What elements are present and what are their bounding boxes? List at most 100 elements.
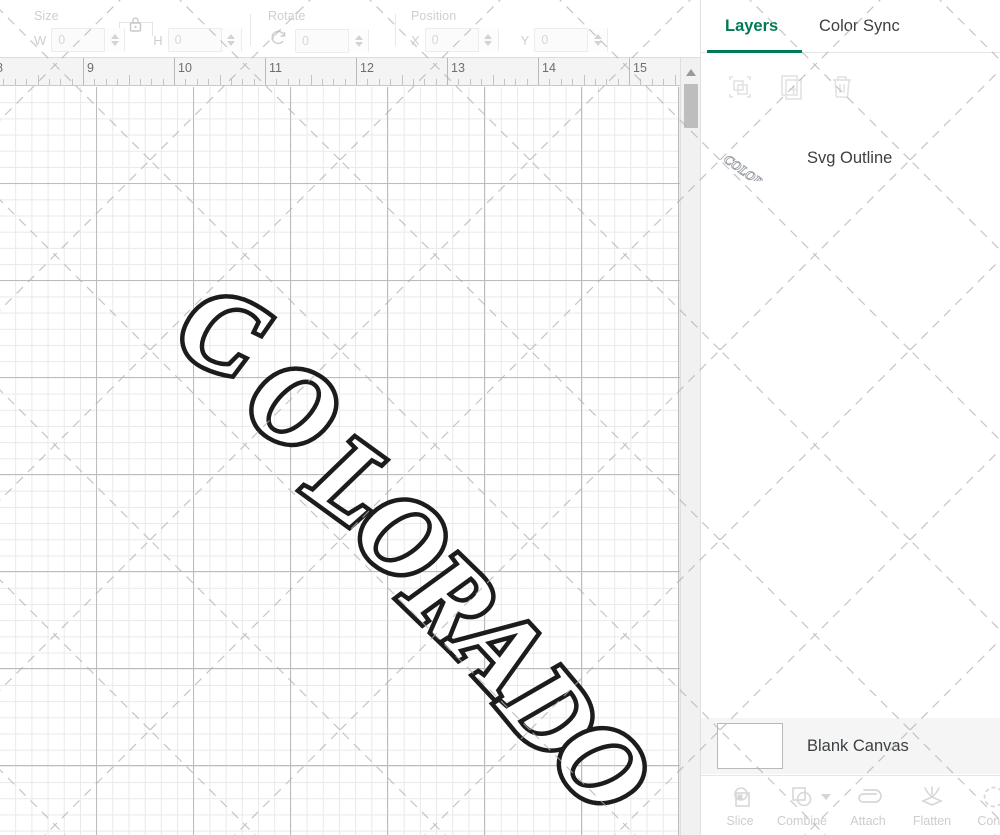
design-canvas[interactable]: C O L O R A D O [0,87,680,835]
slice-button[interactable]: Slice [709,782,771,828]
ruler-minor-tick [185,79,187,85]
ruler-minor-tick [196,79,198,85]
ruler-tick-label: 12 [360,61,374,75]
ruler-minor-tick [94,79,96,85]
pos-x-input[interactable] [425,29,478,51]
layer-item-svg-outline[interactable]: COLORADO Svg Outline [701,131,1000,185]
duplicate-icon[interactable] [774,70,808,104]
ruler-minor-tick [378,79,380,85]
ruler-tick-label: 14 [542,61,556,75]
width-input[interactable] [52,29,105,51]
horizontal-ruler[interactable]: 8 9 10 11 12 13 14 15 [0,58,700,86]
tab-color-sync[interactable]: Color Sync [819,17,900,36]
app-root: Size W H [0,0,1000,835]
panel-tabs: Layers Color Sync [701,0,1000,54]
blank-canvas-thumb [717,723,783,769]
rotate-input[interactable] [296,29,348,52]
ruler-minor-tick [299,79,301,85]
contour-label: Conto [977,814,1000,828]
height-stepper[interactable] [220,28,241,52]
ruler-minor-tick [606,79,608,85]
pos-y-input[interactable] [535,29,588,51]
rotate-icon[interactable] [268,28,288,53]
attach-icon [837,782,899,812]
contour-icon [963,782,1000,812]
size-label: Size [34,9,59,23]
ruler-minor-tick [310,75,312,85]
pos-y-field[interactable] [534,28,609,52]
ruler-minor-tick [435,79,437,85]
height-input[interactable] [168,29,221,51]
height-label: H [153,32,163,48]
ruler-minor-tick [663,79,665,85]
ruler-major-line [447,58,448,85]
properties-toolbar: Size W H [0,0,700,58]
position-label: Position [411,9,457,23]
flatten-button[interactable]: Flatten [901,782,963,828]
ruler-major-line [538,58,539,85]
ruler-minor-tick [48,79,50,85]
pos-x-field[interactable] [424,28,499,52]
ruler-minor-tick [674,75,676,85]
pos-x-stepper[interactable] [477,28,498,52]
canvas-vertical-scrollbar[interactable] [680,58,700,835]
active-tab-underline [707,50,802,53]
ruler-minor-tick [560,79,562,85]
combine-label: Combine [776,814,828,828]
ruler-minor-tick [287,79,289,85]
layer-action-bar [701,60,1000,116]
attach-button[interactable]: Attach [837,782,899,828]
toolbar-separator-1 [250,14,251,46]
contour-button[interactable]: Conto [963,782,1000,828]
ruler-minor-tick [37,75,39,85]
ruler-minor-tick [617,79,619,85]
delete-icon[interactable] [825,70,859,104]
ruler-minor-tick [424,79,426,85]
svg-outline-thumb: COLORADO [717,135,783,181]
combine-caret-down-icon[interactable] [821,794,831,800]
ruler-minor-tick [390,79,392,85]
ruler-major-line [629,58,630,85]
scrollbar-thumb[interactable] [684,84,698,128]
ruler-minor-tick [526,79,528,85]
colorado-artwork[interactable]: C O L O R A D O [0,87,680,835]
slice-label: Slice [726,814,754,828]
ruler-minor-tick [503,79,505,85]
ruler-minor-tick [242,79,244,85]
blank-canvas-row[interactable]: Blank Canvas [701,718,1000,774]
ruler-minor-tick [162,79,164,85]
width-stepper[interactable] [104,28,125,52]
scroll-up-arrow-icon[interactable] [686,69,696,76]
ruler-minor-tick [469,79,471,85]
svg-text:COLORADO: COLORADO [721,151,783,181]
ruler-minor-tick [105,79,107,85]
artwork-letters: C O L O R A D O [157,256,680,835]
ruler-major-line [174,58,175,85]
ruler-minor-tick [139,79,141,85]
rotate-stepper[interactable] [348,28,368,53]
ruler-minor-tick [344,79,346,85]
ruler-minor-tick [640,79,642,85]
ruler-major-line [356,58,357,85]
pos-y-stepper[interactable] [587,28,608,52]
ruler-minor-tick [117,79,119,85]
ruler-minor-tick [128,75,130,85]
pos-y-label: Y [520,32,530,48]
rotate-field[interactable] [295,28,369,53]
ruler-minor-tick [594,79,596,85]
ruler-tick-label: 13 [451,61,465,75]
attach-label: Attach [850,814,886,828]
ruler-minor-tick [412,79,414,85]
ruler-minor-tick [572,79,574,85]
tab-layers[interactable]: Layers [725,17,778,36]
ruler-minor-tick [401,75,403,85]
ruler-minor-tick [458,79,460,85]
ruler-minor-tick [71,79,73,85]
group-icon[interactable] [723,70,757,104]
height-field[interactable] [167,28,242,52]
combine-button[interactable]: Combine [771,782,833,828]
toolbar-separator-2 [395,14,396,46]
ruler-minor-tick [14,79,16,85]
width-field[interactable] [51,28,126,52]
blank-canvas-label: Blank Canvas [807,736,909,755]
